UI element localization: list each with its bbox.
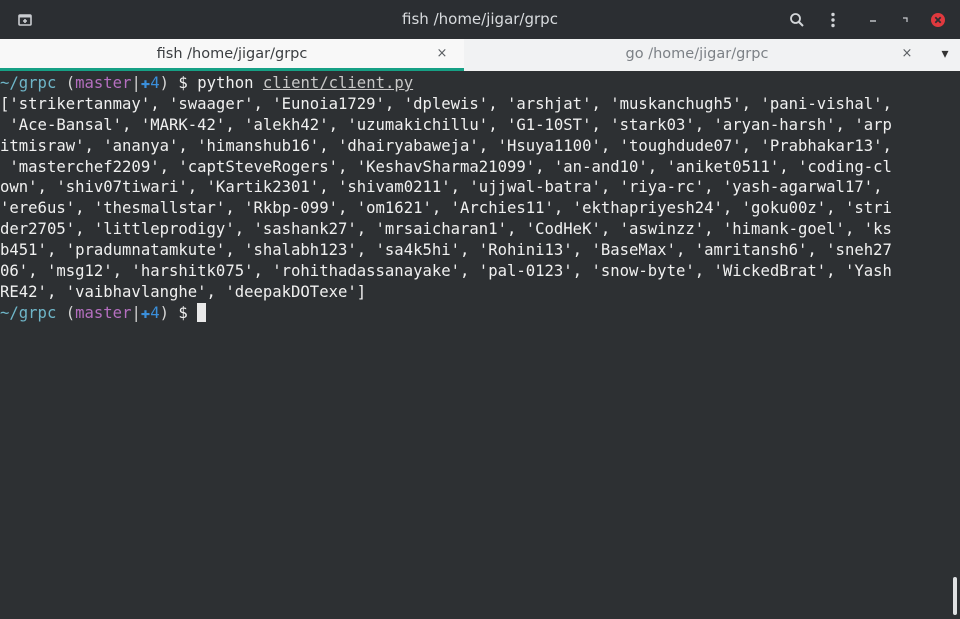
window-title: fish /home/jigar/grpc <box>0 0 960 39</box>
output-line: 'ere6us', 'thesmallstar', 'Rkbp-099', 'o… <box>0 198 948 219</box>
prompt-paren-close: ) <box>160 304 169 322</box>
command-program: python <box>197 74 263 92</box>
search-icon <box>789 12 805 28</box>
output-line: ['strikertanmay', 'swaager', 'Eunoia1729… <box>0 94 948 115</box>
output-line: 'Ace-Bansal', 'MARK-42', 'alekh42', 'uzu… <box>0 115 948 136</box>
tab-go[interactable]: go /home/jigar/grpc <box>464 39 930 71</box>
output-line: RE42', 'vaibhavlanghe', 'deepakDOTexe'] <box>0 282 948 303</box>
tab-list-dropdown[interactable]: ▾ <box>935 39 955 71</box>
output-line: 'masterchef2209', 'captSteveRogers', 'Ke… <box>0 157 948 178</box>
prompt-path: ~/grpc <box>0 304 56 322</box>
git-changes-count: ✚4 <box>141 74 160 92</box>
kebab-menu-icon <box>830 12 836 28</box>
scrollbar-thumb[interactable] <box>953 577 957 615</box>
search-button[interactable] <box>784 7 810 33</box>
output-line: der2705', 'littleprodigy', 'sashank27', … <box>0 219 948 240</box>
minimize-button[interactable] <box>860 7 886 33</box>
restore-button[interactable] <box>892 7 918 33</box>
output-line: own', 'shiv07tiwari', 'Kartik2301', 'shi… <box>0 177 948 198</box>
scrollbar[interactable] <box>948 71 960 617</box>
prompt-dollar: $ <box>169 304 197 322</box>
text-cursor <box>197 303 206 322</box>
tab-close-button[interactable]: × <box>432 39 452 71</box>
prompt-paren-open: ( <box>56 74 75 92</box>
restore-icon <box>900 15 910 25</box>
close-button[interactable] <box>925 7 951 33</box>
output-line: itmisraw', 'ananya', 'himanshub16', 'dha… <box>0 136 948 157</box>
prompt-paren-close: ) <box>160 74 169 92</box>
menu-button[interactable] <box>820 7 846 33</box>
minimize-icon <box>868 15 878 25</box>
tab-bar: fish /home/jigar/grpc × go /home/jigar/g… <box>0 39 960 71</box>
prompt-path: ~/grpc <box>0 74 56 92</box>
git-branch: master <box>75 74 131 92</box>
terminal-output[interactable]: ~/grpc (master|✚4) $ python client/clien… <box>0 71 948 619</box>
git-changes-count: ✚4 <box>141 304 160 322</box>
prompt-separator: | <box>131 304 140 322</box>
git-branch: master <box>75 304 131 322</box>
prompt-line: ~/grpc (master|✚4) $ <box>0 303 948 324</box>
output-line: 06', 'msg12', 'harshitk075', 'rohithadas… <box>0 261 948 282</box>
tab-fish[interactable]: fish /home/jigar/grpc <box>0 39 464 71</box>
title-bar: fish /home/jigar/grpc <box>0 0 960 39</box>
command-argument: client/client.py <box>263 74 413 92</box>
prompt-paren-open: ( <box>56 304 75 322</box>
tab-close-button[interactable]: × <box>897 39 917 71</box>
prompt-line: ~/grpc (master|✚4) $ python client/clien… <box>0 73 948 94</box>
output-line: b451', 'pradumnatamkute', 'shalabh123', … <box>0 240 948 261</box>
tab-label: go /home/jigar/grpc <box>626 46 769 62</box>
tab-label: fish /home/jigar/grpc <box>157 46 308 62</box>
prompt-dollar: $ <box>169 74 197 92</box>
close-icon <box>930 12 946 28</box>
prompt-separator: | <box>131 74 140 92</box>
